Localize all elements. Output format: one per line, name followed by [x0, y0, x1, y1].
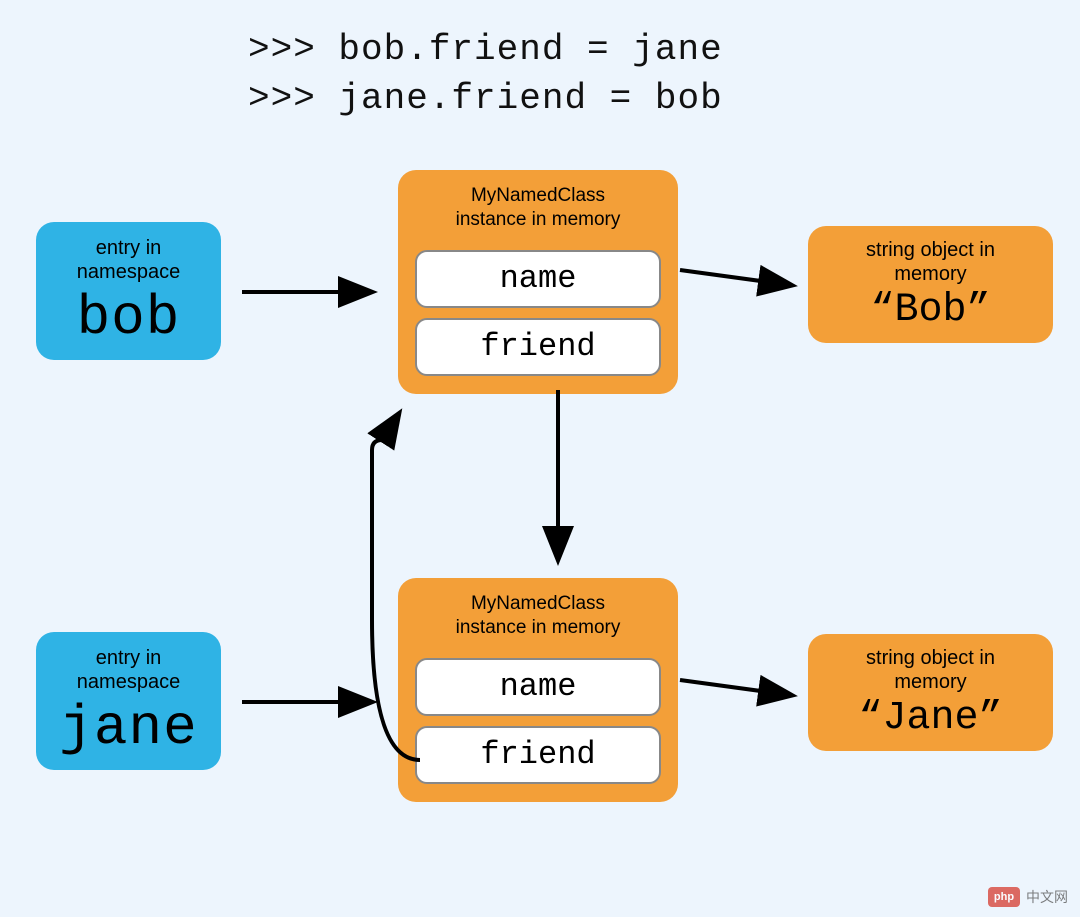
code-line-1: >>> bob.friend = jane — [248, 26, 723, 75]
arrow-bob-name-to-string — [680, 270, 790, 285]
instance-box-jane: MyNamedClass instance in memory name fri… — [398, 578, 678, 802]
string-value-jane: “Jane” — [858, 696, 1002, 741]
string-box-bob: string object in memory “Bob” — [808, 226, 1053, 343]
namespace-label: entry in namespace — [77, 236, 180, 284]
arrow-jane-name-to-string — [680, 680, 790, 695]
attr-friend: friend — [415, 726, 661, 784]
namespace-var-bob: bob — [77, 286, 181, 350]
code-block: >>> bob.friend = jane >>> jane.friend = … — [248, 26, 723, 123]
attr-name: name — [415, 658, 661, 716]
watermark: php 中文网 — [988, 887, 1068, 907]
string-box-jane: string object in memory “Jane” — [808, 634, 1053, 751]
namespace-entry-bob: entry in namespace bob — [36, 222, 221, 360]
watermark-logo: php — [988, 887, 1020, 907]
instance-label: MyNamedClass instance in memory — [456, 184, 621, 232]
instance-box-bob: MyNamedClass instance in memory name fri… — [398, 170, 678, 394]
string-value-bob: “Bob” — [870, 288, 990, 333]
namespace-var-jane: jane — [59, 696, 197, 760]
instance-label: MyNamedClass instance in memory — [456, 592, 621, 640]
watermark-text: 中文网 — [1026, 887, 1068, 907]
namespace-label: entry in namespace — [77, 646, 180, 694]
string-label: string object in memory — [866, 646, 995, 694]
attr-friend: friend — [415, 318, 661, 376]
attr-name: name — [415, 250, 661, 308]
code-line-2: >>> jane.friend = bob — [248, 75, 723, 124]
string-label: string object in memory — [866, 238, 995, 286]
namespace-entry-jane: entry in namespace jane — [36, 632, 221, 770]
